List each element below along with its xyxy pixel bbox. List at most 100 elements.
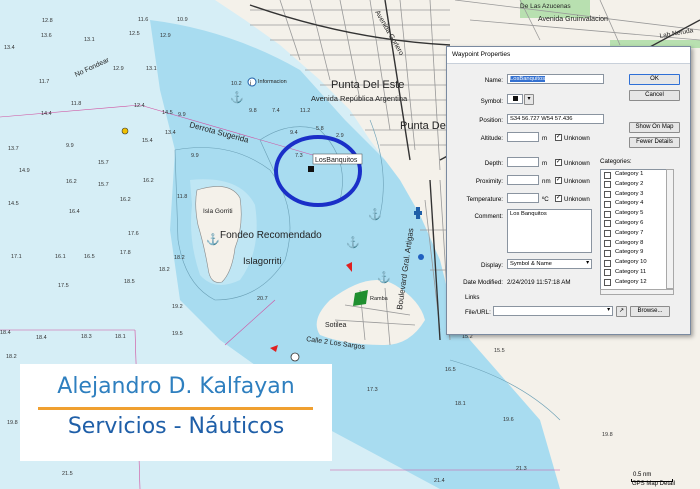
category-item[interactable]: Category 9 (601, 248, 667, 258)
name-label: Name: (484, 77, 503, 84)
sounding: 17.8 (120, 250, 131, 256)
sounding: 13.6 (41, 33, 52, 39)
category-checkbox[interactable] (604, 259, 611, 267)
sounding: 18.1 (455, 401, 466, 407)
sounding: 7.3 (295, 153, 303, 159)
sounding: 10.9 (177, 17, 188, 23)
sounding: 14.5 (162, 110, 173, 116)
sounding: 17.5 (58, 283, 69, 289)
sounding: 9.4 (290, 130, 298, 136)
category-label: Category 5 (615, 210, 644, 217)
links-label: Links (465, 294, 480, 301)
category-item[interactable]: Category 5 (601, 209, 667, 219)
sounding: 15.5 (494, 348, 505, 354)
category-item[interactable]: Category 8 (601, 239, 667, 249)
map-scale: 0.5 nm (631, 472, 673, 482)
proximity-field[interactable] (507, 175, 539, 185)
sounding: 16.5 (84, 254, 95, 260)
categories-vertical-scrollbar[interactable] (666, 169, 674, 289)
place-label: Punta Del Este (331, 79, 404, 91)
temperature-unknown-checkbox[interactable]: ✓ (555, 195, 562, 202)
comment-field[interactable]: Los Banquitos (507, 209, 592, 253)
sounding: 12.5 (129, 31, 140, 37)
altitude-unknown-label: Unknown (564, 135, 590, 142)
categories-horizontal-scrollbar[interactable] (600, 289, 674, 295)
show-on-map-button[interactable]: Show On Map (629, 122, 680, 133)
proximity-unknown-checkbox[interactable]: ✓ (555, 177, 562, 184)
sounding: 14.4 (41, 111, 52, 117)
waypoint-marker[interactable] (308, 166, 314, 172)
category-checkbox[interactable] (604, 171, 611, 179)
date-modified-label: Date Modified: (463, 279, 503, 286)
sounding: 13.4 (4, 45, 15, 51)
logo-name: Alejandro D. Kalfayan (57, 374, 295, 399)
category-checkbox[interactable] (604, 210, 611, 218)
depth-unknown-checkbox[interactable]: ✓ (555, 159, 562, 166)
name-field[interactable]: LosBanquitos (507, 74, 604, 84)
category-checkbox[interactable] (604, 200, 611, 208)
display-select[interactable]: Symbol & Name ▾ (507, 259, 592, 269)
category-item[interactable]: Category 1 (601, 170, 667, 180)
display-label: Display: (480, 262, 503, 269)
category-label: Category 2 (615, 180, 644, 187)
sounding: 16.2 (66, 179, 77, 185)
street-label: De Las Azucenas (520, 3, 571, 10)
name-field-value: LosBanquitos (510, 76, 546, 82)
open-link-button[interactable]: ↗ (616, 306, 627, 317)
categories-list[interactable]: Category 1 Category 2 Category 3 Categor… (600, 169, 668, 291)
feature-label: Islagorriti (243, 256, 282, 267)
category-label: Category 12 (615, 278, 647, 285)
category-item[interactable]: Category 4 (601, 199, 667, 209)
category-label: Category 9 (615, 249, 644, 256)
waypoint-properties-dialog[interactable]: Waypoint Properties Name: LosBanquitos S… (446, 46, 691, 335)
browse-button[interactable]: Browse... (630, 306, 670, 317)
fewer-details-button[interactable]: Fewer Details (629, 137, 680, 148)
cancel-button[interactable]: Cancel (629, 90, 680, 101)
category-checkbox[interactable] (604, 220, 611, 228)
sounding: 21.5 (62, 471, 73, 477)
sounding: 11.6 (138, 17, 148, 23)
position-field[interactable]: S34 56.727 W54 57.436 (507, 114, 604, 124)
category-item[interactable]: Category 10 (601, 258, 667, 268)
poi-icon (418, 254, 424, 260)
temperature-unit: ºC (542, 196, 549, 203)
sounding: 21.4 (434, 478, 445, 484)
category-checkbox[interactable] (604, 181, 611, 189)
ok-button[interactable]: OK (629, 74, 680, 85)
altitude-unknown-checkbox[interactable]: ✓ (555, 134, 562, 141)
symbol-preview[interactable] (507, 94, 523, 104)
category-label: Category 4 (615, 200, 644, 207)
category-checkbox[interactable] (604, 191, 611, 199)
category-checkbox[interactable] (604, 269, 611, 277)
symbol-dropdown-button[interactable]: ▾ (524, 94, 534, 105)
sounding: 18.2 (174, 255, 185, 261)
category-item[interactable]: Category 6 (601, 219, 667, 229)
category-checkbox[interactable] (604, 249, 611, 257)
chevron-down-icon: ▾ (607, 307, 610, 313)
category-item[interactable]: Category 3 (601, 190, 667, 200)
feature-label: Fondeo Recomendado (220, 230, 322, 241)
temperature-field[interactable] (507, 193, 539, 203)
map-source-label: GPS Map Detail (632, 481, 676, 487)
category-item[interactable]: Category 2 (601, 180, 667, 190)
category-item[interactable]: Category 7 (601, 229, 667, 239)
dialog-title-bar[interactable]: Waypoint Properties (447, 47, 690, 64)
category-checkbox[interactable] (604, 230, 611, 238)
sounding: 17.1 (11, 254, 22, 260)
file-url-field[interactable]: ▾ (493, 306, 613, 316)
sounding: 14.5 (8, 201, 19, 207)
sounding: 19.6 (503, 417, 514, 423)
category-checkbox[interactable] (604, 240, 611, 248)
category-checkbox[interactable] (604, 279, 611, 287)
category-item[interactable]: Category 11 (601, 268, 667, 278)
proximity-unit: nm (542, 178, 551, 185)
depth-field[interactable] (507, 157, 539, 167)
category-item[interactable]: Category 12 (601, 278, 667, 288)
anchor-icon: ⚓ (377, 271, 391, 284)
anchor-icon: ⚓ (206, 233, 220, 246)
temperature-label: Temperature: (466, 196, 503, 203)
altitude-field[interactable] (507, 132, 539, 142)
sounding: 15.7 (98, 182, 109, 188)
sounding: 12.8 (42, 18, 53, 24)
logo-divider (38, 407, 313, 410)
